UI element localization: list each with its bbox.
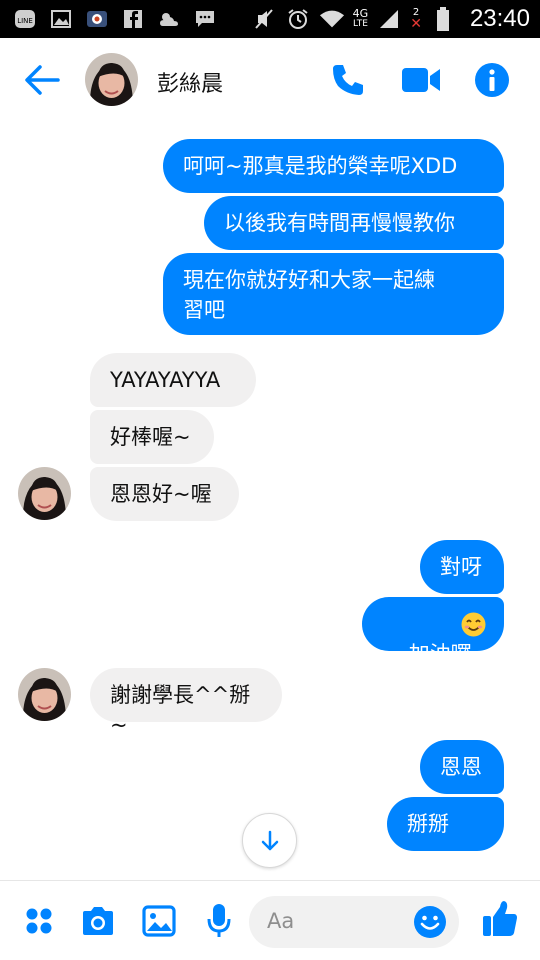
info-icon: [475, 63, 509, 97]
more-apps-button[interactable]: [19, 901, 59, 941]
contact-avatar[interactable]: [85, 53, 138, 106]
phone-icon: [333, 65, 363, 95]
outgoing-message[interactable]: 掰掰~~: [387, 797, 504, 866]
network-type: 4G LTE: [353, 8, 369, 30]
image-icon: [142, 905, 176, 937]
thumbs-up-icon: [483, 901, 517, 936]
incoming-message[interactable]: YAYAYAYYA: [90, 353, 256, 407]
like-button[interactable]: [480, 899, 520, 939]
scroll-to-bottom-button[interactable]: [242, 813, 297, 868]
outgoing-message[interactable]: 現在你就好好和大家一起練 習吧: [163, 253, 504, 335]
outgoing-message[interactable]: 加油囉: [362, 597, 504, 666]
incoming-message[interactable]: 謝謝學長^^掰~: [90, 668, 282, 737]
media-app-icon: [84, 7, 110, 31]
arrow-down-icon: [261, 830, 278, 850]
contact-avatar-small[interactable]: [18, 467, 71, 520]
message-input[interactable]: Aa: [249, 896, 459, 948]
video-camera-icon: [402, 68, 440, 92]
status-bar: LINE 4G LTE 2 ✕ 23:40: [0, 0, 540, 38]
facebook-icon: [120, 7, 146, 31]
info-button[interactable]: [474, 62, 510, 98]
incoming-message[interactable]: 恩恩好~喔: [90, 467, 239, 521]
video-call-button[interactable]: [400, 64, 442, 96]
contact-name[interactable]: 彭絲晨: [157, 66, 223, 98]
outgoing-message[interactable]: 恩恩: [420, 740, 504, 794]
gallery-button[interactable]: [139, 901, 179, 941]
microphone-icon: [207, 904, 231, 937]
wifi-icon: [319, 7, 345, 31]
no-sim-icon: ✕: [410, 16, 422, 32]
network-label: 4G: [352, 7, 369, 20]
outgoing-message[interactable]: 呵呵~那真是我的榮幸呢XDD: [163, 139, 504, 193]
apps-grid-icon: [26, 908, 52, 934]
emoji-icon: [414, 906, 446, 938]
camera-icon: [83, 907, 113, 935]
line-app-icon: LINE: [12, 7, 38, 31]
battery-icon: [430, 7, 456, 31]
composer-bar: Aa: [0, 880, 540, 960]
smiling-emoji-icon: [461, 612, 486, 637]
emoji-button[interactable]: [413, 905, 447, 939]
voice-clip-button[interactable]: [199, 901, 239, 941]
outgoing-message[interactable]: 以後我有時間再慢慢教你: [204, 196, 504, 250]
svg-text:LINE: LINE: [17, 17, 33, 25]
network-sub-label: LTE: [352, 19, 368, 29]
voice-call-button[interactable]: [330, 62, 366, 98]
alarm-icon: [285, 7, 311, 31]
signal-icon: [376, 7, 402, 31]
clock: 23:40: [469, 5, 530, 32]
back-arrow-icon: [25, 65, 60, 95]
mute-icon: [251, 7, 277, 31]
incoming-message[interactable]: 好棒喔~: [90, 410, 214, 464]
outgoing-message-text: 加油囉: [408, 642, 472, 666]
outgoing-message[interactable]: 對呀: [420, 540, 504, 594]
notification-icons: LINE: [12, 7, 218, 31]
weather-icon: [156, 7, 182, 31]
conversation-header: 彭絲晨: [0, 38, 540, 122]
sim-indicator: 2 ✕: [410, 8, 422, 32]
contact-avatar-small[interactable]: [18, 668, 71, 721]
gallery-icon: [48, 7, 74, 31]
camera-button[interactable]: [78, 901, 118, 941]
message-icon: [192, 7, 218, 31]
back-button[interactable]: [22, 62, 62, 98]
message-input-placeholder: Aa: [267, 909, 295, 933]
system-indicators: 4G LTE 2 ✕ 23:40: [251, 4, 530, 34]
